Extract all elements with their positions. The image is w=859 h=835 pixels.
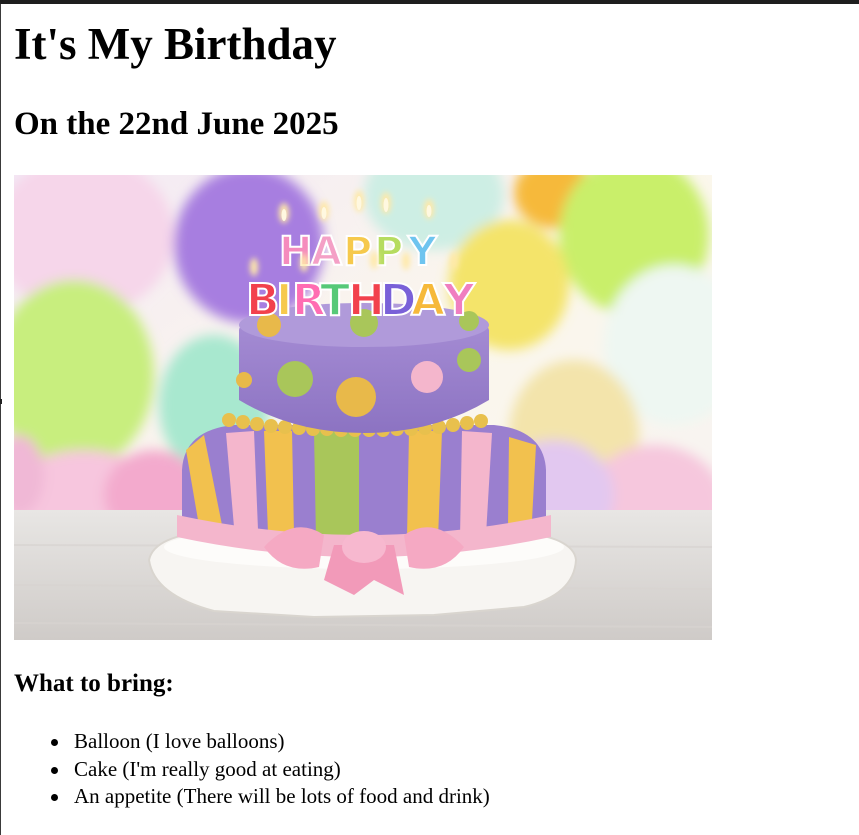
- svg-text:Y: Y: [407, 229, 438, 275]
- window-top-border: [0, 0, 859, 4]
- svg-text:B: B: [246, 275, 280, 326]
- list-item-text: An appetite (There will be lots of food …: [74, 784, 490, 808]
- window-left-border: [0, 4, 1, 835]
- page-subtitle: On the 22nd June 2025: [14, 106, 339, 142]
- resize-handle[interactable]: [0, 399, 2, 404]
- page-title: It's My Birthday: [14, 19, 337, 69]
- bring-list: Balloon (I love balloons) Cake (I'm real…: [14, 728, 490, 811]
- list-item-text: Balloon (I love balloons): [74, 729, 285, 753]
- list-item: Balloon (I love balloons): [14, 728, 490, 756]
- bullet-icon: [51, 739, 58, 746]
- list-item: An appetite (There will be lots of food …: [14, 783, 490, 811]
- svg-text:A: A: [411, 275, 445, 326]
- svg-text:H: H: [279, 229, 314, 275]
- svg-text:A: A: [311, 229, 342, 275]
- cake-photo-graphic: H A P P Y B I R T H D A Y: [14, 175, 712, 640]
- svg-text:P: P: [343, 229, 372, 275]
- bring-heading: What to bring:: [14, 670, 174, 697]
- list-item: Cake (I'm really good at eating): [14, 756, 490, 784]
- svg-text:T: T: [320, 275, 350, 326]
- list-item-text: Cake (I'm really good at eating): [74, 756, 341, 781]
- svg-text:I: I: [276, 275, 292, 326]
- bullet-icon: [51, 766, 58, 774]
- birthday-cake-image: H A P P Y B I R T H D A Y: [14, 175, 712, 640]
- svg-text:Y: Y: [442, 275, 476, 326]
- svg-text:P: P: [374, 229, 403, 275]
- bullet-icon: [51, 794, 58, 801]
